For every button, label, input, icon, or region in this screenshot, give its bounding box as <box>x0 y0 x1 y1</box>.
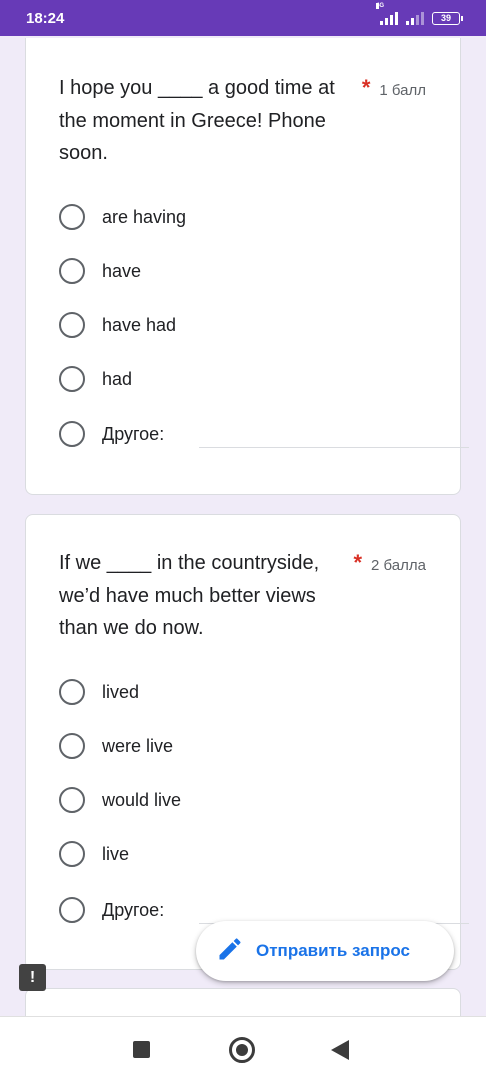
option-have-had[interactable]: have had <box>59 310 176 340</box>
other-text-input[interactable] <box>199 447 469 448</box>
radio-button[interactable] <box>59 312 85 338</box>
radio-button[interactable] <box>59 421 85 447</box>
back-triangle-icon <box>331 1040 349 1060</box>
submit-button-label: Отправить запрос <box>256 941 411 960</box>
feedback-icon-glyph: ! <box>29 968 36 986</box>
pencil-icon <box>216 935 244 968</box>
status-icons: 4G 39 <box>376 3 463 25</box>
question-meta: * 2 балла <box>353 550 426 576</box>
question-text: I hope you ____ a good time at the momen… <box>59 77 335 164</box>
option-label: were live <box>102 735 174 756</box>
feedback-icon[interactable]: ! <box>19 964 46 991</box>
option-label: Другое: <box>102 423 165 444</box>
home-button[interactable] <box>229 1037 255 1063</box>
option-label: Другое: <box>102 899 165 920</box>
recent-apps-button[interactable] <box>133 1037 150 1058</box>
option-were-live[interactable]: were live <box>59 731 173 761</box>
status-bar: 18:24 4G 39 <box>0 0 486 36</box>
square-icon <box>133 1041 150 1058</box>
home-circle-icon <box>229 1037 255 1063</box>
option-live[interactable]: live <box>59 839 129 869</box>
radio-button[interactable] <box>59 366 85 392</box>
signal-4g-icon: 4G <box>376 3 398 25</box>
option-label: had <box>102 368 133 389</box>
status-time: 18:24 <box>26 9 65 27</box>
radio-button[interactable] <box>59 733 85 759</box>
option-label: have <box>102 260 142 281</box>
question-card-2: If we ____ in the countryside, we’d have… <box>25 514 469 970</box>
points-label: 1 балл <box>379 82 426 99</box>
option-label: would live <box>102 789 182 810</box>
radio-button[interactable] <box>59 841 85 867</box>
option-other[interactable]: Другое: <box>59 419 164 449</box>
option-lived[interactable]: lived <box>59 677 139 707</box>
radio-button[interactable] <box>59 679 85 705</box>
option-label: lived <box>102 681 140 702</box>
back-button[interactable] <box>331 1037 349 1060</box>
signal-icon <box>406 11 424 25</box>
question-meta: * 1 балл <box>362 75 426 101</box>
radio-button[interactable] <box>59 897 85 923</box>
battery-icon: 39 <box>432 11 463 25</box>
option-would-live[interactable]: would live <box>59 785 181 815</box>
required-asterisk: * <box>361 75 371 100</box>
points-label: 2 балла <box>371 557 426 574</box>
option-had[interactable]: had <box>59 364 132 394</box>
navigation-bar <box>0 1016 486 1080</box>
option-are-having[interactable]: are having <box>59 202 186 232</box>
radio-button[interactable] <box>59 204 85 230</box>
required-asterisk: * <box>353 550 363 575</box>
network-label: 4G <box>376 3 385 9</box>
submit-request-button[interactable]: Отправить запрос <box>196 921 454 981</box>
option-label: are having <box>102 206 187 227</box>
option-label: live <box>102 843 130 864</box>
option-have[interactable]: have <box>59 256 141 286</box>
option-other[interactable]: Другое: <box>59 895 164 925</box>
question-card-1: I hope you ____ a good time at the momen… <box>25 38 469 495</box>
radio-button[interactable] <box>59 787 85 813</box>
radio-button[interactable] <box>59 258 85 284</box>
battery-level: 39 <box>440 13 451 23</box>
question-text: If we ____ in the countryside, we’d have… <box>59 552 320 639</box>
option-label: have had <box>102 314 177 335</box>
